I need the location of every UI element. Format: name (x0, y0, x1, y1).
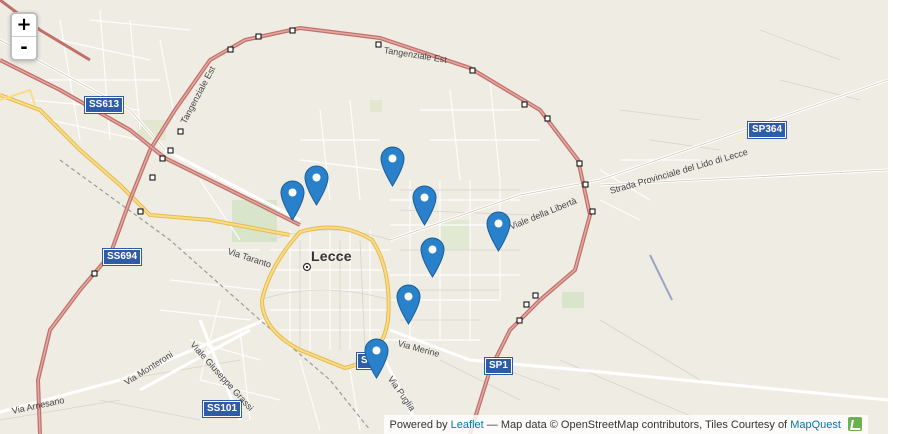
zoom-out-button[interactable]: - (12, 36, 36, 59)
marker-4[interactable] (412, 185, 437, 226)
marker-2[interactable] (304, 165, 329, 206)
attribution-bar: Powered by Leaflet — Map data © OpenStre… (383, 415, 868, 434)
mapquest-link[interactable]: MapQuest (790, 419, 841, 431)
attribution-prefix: Powered by (389, 419, 448, 431)
map-view[interactable]: + - SS613 SS694 SS101 SP364 SP1 SS Tange… (0, 0, 888, 434)
marker-6[interactable] (420, 237, 445, 278)
mapquest-logo-icon (848, 417, 862, 431)
zoom-in-button[interactable]: + (12, 14, 36, 36)
marker-7[interactable] (396, 284, 421, 325)
marker-1[interactable] (380, 146, 405, 187)
road-shield-sp364: SP364 (748, 122, 787, 138)
road-shield-ss101: SS101 (203, 401, 242, 417)
leaflet-link[interactable]: Leaflet (451, 419, 484, 431)
map-tiles (0, 0, 888, 434)
zoom-control: + - (10, 12, 38, 61)
marker-3[interactable] (280, 180, 305, 221)
road-shield-ss613: SS613 (85, 97, 124, 113)
attribution-text: — Map data © OpenStreetMap contributors,… (486, 419, 788, 431)
marker-8[interactable] (364, 338, 389, 379)
marker-5[interactable] (486, 211, 511, 252)
city-label: Lecce (311, 248, 352, 264)
road-shield-sp1: SP1 (485, 358, 512, 374)
road-shield-ss694: SS694 (103, 249, 142, 265)
